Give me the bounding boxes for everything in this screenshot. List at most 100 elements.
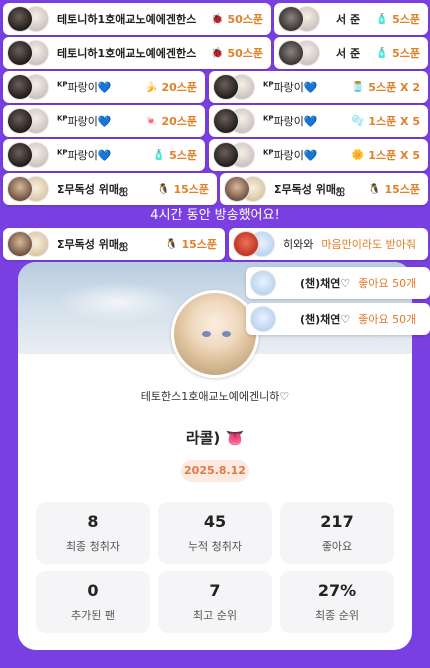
donation-item: KP파랑이💙 🍬 20스푼 [3, 105, 205, 137]
gift-icon: 🍌 [144, 81, 158, 93]
donor-name: KP파랑이💙 [57, 113, 112, 129]
heart-badge-icon [233, 231, 259, 257]
donation-item: Σ무독성 위매ஐ 🐧 15스푼 [220, 173, 428, 205]
stat-best-rank: 7 최고 순위 [158, 571, 272, 633]
donor-name: 테토니하1호애교노예에겐한스 [57, 13, 197, 26]
gift-icon: 🧴 [375, 47, 389, 59]
donation-item: KP파랑이💙 🍌 20스푼 [3, 71, 205, 103]
donor-name: Σ무독성 위매ஐ [57, 182, 128, 196]
broadcast-title: 라콜) 👅 [185, 429, 245, 447]
donor-label: 파랑이💙 [67, 81, 112, 94]
donation-item: KP파랑이💙 🌼 1스푼 X 5 [209, 139, 428, 171]
liker-name: (챈)채연♡ [300, 277, 351, 290]
stat-final-listeners: 8 최종 청취자 [36, 502, 150, 564]
donor-label: 파랑이💙 [273, 81, 318, 94]
stat-new-fans: 0 추가된 팬 [36, 571, 150, 633]
like-count: 좋아요 50개 [358, 277, 417, 290]
gift-icon: 🧴 [152, 149, 166, 161]
donor-label: 파랑이💙 [273, 115, 318, 128]
donation-item: 테토니하1호애교노예에겐한스 🐞 50스푼 [3, 3, 271, 35]
avatar [213, 142, 239, 168]
stat-total-listeners: 45 누적 청취자 [158, 502, 272, 564]
gift-icon: 🐞 [210, 47, 224, 59]
stat-label: 추가된 팬 [71, 609, 115, 622]
gift-icon: 🫙 [351, 81, 365, 93]
penguin-icon: 🐧 [156, 183, 170, 195]
donation-amount: 1스푼 X 5 [368, 149, 420, 162]
donation-amount: 15스푼 [173, 183, 209, 196]
donor-label: 파랑이💙 [67, 149, 112, 162]
like-notification: (챈)채연♡ 좋아요 50개 [246, 303, 430, 335]
donation-item: KP파랑이💙 🫧 1스푼 X 5 [209, 105, 428, 137]
avatar [250, 306, 276, 332]
avatar [7, 176, 33, 202]
donation-amount: 5스푼 X 2 [368, 81, 420, 94]
like-notification: (챈)채연♡ 좋아요 50개 [246, 267, 430, 299]
donation-amount: 50스푼 [227, 13, 263, 26]
stat-value: 8 [87, 512, 99, 531]
donation-amount: 15스푼 [181, 238, 217, 251]
stat-value: 27% [317, 581, 357, 600]
avatar [7, 40, 33, 66]
donation-amount: 50스푼 [227, 47, 263, 60]
donation-item: 서 준 🧴 5스푼 [274, 3, 428, 35]
donor-name: Σ무독성 위매ஐ [57, 237, 128, 251]
donor-name: 테토니하1호애교노예에겐한스 [57, 47, 197, 60]
donor-label: 파랑이💙 [273, 149, 318, 162]
donation-item: Σ무독성 위매ஐ 🐧 15스푼 [3, 228, 225, 260]
donation-item: 서 준 🧴 5스푼 [274, 37, 428, 69]
donor-prefix: KP [263, 148, 274, 157]
donor-name: KP파랑이💙 [263, 79, 318, 95]
avatar [7, 142, 33, 168]
stat-label: 최고 순위 [193, 609, 237, 622]
stat-value: 45 [203, 512, 227, 531]
avatar [7, 231, 33, 257]
gift-icon: 🐞 [210, 13, 224, 25]
donor-name: 서 준 [336, 13, 361, 26]
donation-amount: 5스푼 [392, 13, 420, 26]
donation-amount: 15스푼 [384, 183, 420, 196]
avatar [250, 270, 276, 296]
avatar [278, 6, 304, 32]
donation-amount: 5스푼 [392, 47, 420, 60]
avatar [224, 176, 250, 202]
avatar [213, 108, 239, 134]
donation-amount: 5스푼 [169, 149, 197, 162]
donor-name: 히와와 [283, 238, 314, 251]
donation-item: KP파랑이💙 🧴 5스푼 [3, 139, 205, 171]
like-count: 좋아요 50개 [358, 313, 417, 326]
donor-label: 파랑이💙 [67, 115, 112, 128]
avatar [278, 40, 304, 66]
donor-prefix: KP [57, 114, 68, 123]
date-badge: 2025.8.12 [181, 460, 249, 482]
stat-final-rank: 27% 최종 순위 [280, 571, 394, 633]
donation-item: 히와와 마음만이라도 받아줘 [229, 228, 428, 260]
penguin-icon: 🐧 [164, 238, 178, 250]
donation-item: 테토니하1호애교노예에겐한스 🐞 50스푼 [3, 37, 271, 69]
donor-prefix: KP [263, 80, 274, 89]
donation-amount: 1스푼 X 5 [368, 115, 420, 128]
penguin-icon: 🐧 [367, 183, 381, 195]
donor-prefix: KP [263, 114, 274, 123]
avatar [213, 74, 239, 100]
gift-icon: 🫧 [351, 115, 365, 127]
donor-name: 서 준 [336, 47, 361, 60]
stat-label: 누적 청취자 [187, 540, 243, 553]
liker-name: (챈)채연♡ [300, 313, 351, 326]
avatar [7, 74, 33, 100]
avatar [7, 108, 33, 134]
donation-item: KP파랑이💙 🫙 5스푼 X 2 [209, 71, 428, 103]
donor-name: KP파랑이💙 [57, 79, 112, 95]
donor-prefix: KP [57, 80, 68, 89]
stat-label: 최종 청취자 [65, 540, 121, 553]
donor-name: KP파랑이💙 [57, 147, 112, 163]
broadcast-duration-notice: 4시간 동안 방송했어요! [150, 208, 280, 223]
gift-icon: 🌼 [351, 149, 365, 161]
stat-label: 좋아요 [321, 540, 353, 553]
gift-icon: 🍬 [144, 115, 158, 127]
stat-likes: 217 좋아요 [280, 502, 394, 564]
channel-name: 테토한스1호애교노예에겐니하♡ [140, 390, 290, 403]
avatar [7, 6, 33, 32]
donor-name: Σ무독성 위매ஐ [274, 182, 345, 196]
donor-prefix: KP [57, 148, 68, 157]
